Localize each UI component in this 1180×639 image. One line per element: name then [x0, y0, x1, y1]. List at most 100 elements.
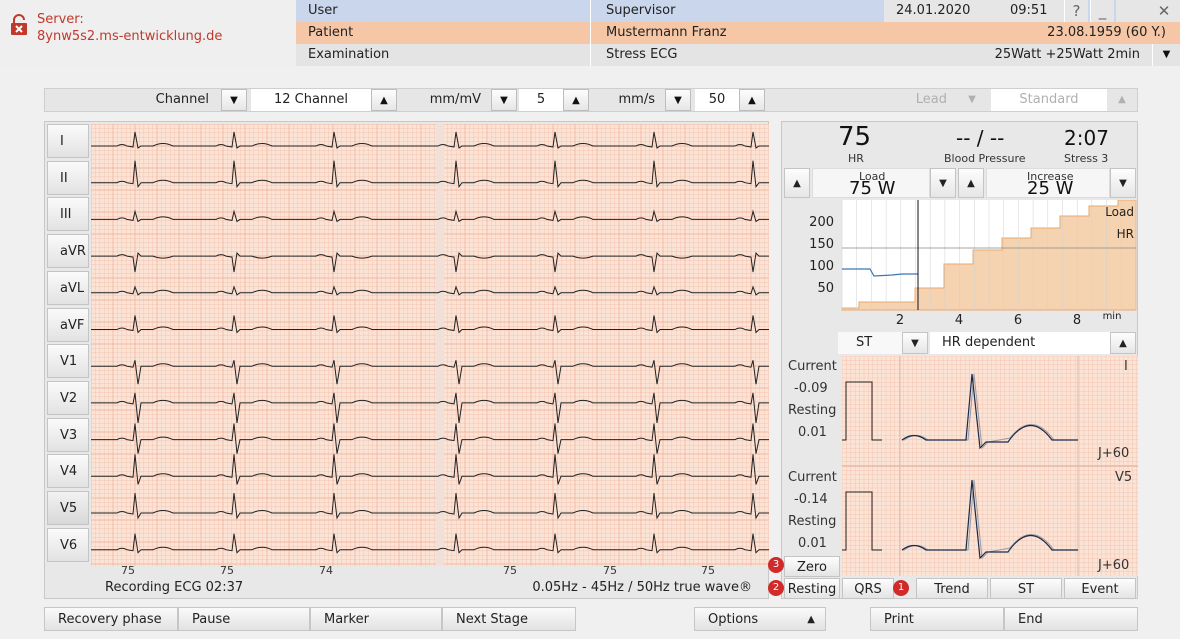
- st1-resting-value: 0.01: [798, 425, 827, 440]
- user-value[interactable]: Supervisor: [594, 0, 884, 22]
- close-button[interactable]: ✕: [1148, 0, 1180, 22]
- exam-row: Examination Stress ECG 25Watt +25Watt 2m…: [296, 44, 1180, 66]
- beat-hr-label: 75: [701, 564, 715, 577]
- minimize-button[interactable]: _: [1090, 0, 1114, 22]
- server-host: 8ynw5s2.ms-entwicklung.de: [37, 29, 223, 44]
- next-stage-button[interactable]: Next Stage: [442, 607, 576, 631]
- legend-hr: HR: [1117, 227, 1134, 241]
- trend-ytick: 150: [809, 237, 834, 252]
- filter-info: 0.05Hz - 45Hz / 50Hz true wave®: [532, 580, 752, 595]
- beat-hr-label: 75: [603, 564, 617, 577]
- channel-up-icon[interactable]: ▲: [371, 89, 397, 111]
- speed-up-icon[interactable]: ▲: [739, 89, 765, 111]
- patient-label: Patient: [308, 25, 354, 40]
- tab-st[interactable]: ST: [990, 578, 1062, 599]
- hr-value: 75: [838, 122, 872, 152]
- channel-label: Channel: [155, 92, 209, 107]
- st1-resting-label: Resting: [788, 403, 837, 418]
- unlocked-icon: [11, 14, 27, 35]
- trend-xtick: 6: [1014, 313, 1022, 328]
- st2-current-label: Current: [788, 470, 837, 485]
- time-display: 09:51: [1004, 0, 1064, 22]
- recovery-phase-button[interactable]: Recovery phase: [44, 607, 178, 631]
- increase-up-icon[interactable]: ▲: [958, 168, 984, 198]
- st2-resting-value: 0.01: [798, 536, 827, 551]
- lead-button-avf[interactable]: aVF: [47, 307, 89, 342]
- tab-event[interactable]: Event: [1064, 578, 1136, 599]
- st2-lead-name: V5: [1115, 470, 1133, 485]
- channel-value[interactable]: 12 Channel: [251, 89, 371, 111]
- lead-button-v6[interactable]: V6: [47, 527, 89, 562]
- ecg-traces: [91, 124, 769, 566]
- speed-down-icon[interactable]: ▼: [665, 89, 691, 111]
- zero-button[interactable]: Zero: [784, 556, 840, 577]
- server-info: Server: 8ynw5s2.ms-entwicklung.de: [0, 0, 296, 66]
- standard-up-icon: ▲: [1118, 94, 1126, 105]
- tab-trend[interactable]: Trend: [916, 578, 988, 599]
- gain-value[interactable]: 5: [519, 89, 563, 111]
- increase-value: 25 W: [1027, 178, 1074, 199]
- lead-button-avr[interactable]: aVR: [47, 234, 89, 269]
- bp-value: -- / --: [956, 126, 1005, 150]
- lead-button-avl[interactable]: aVL: [47, 270, 89, 305]
- st-complexes: [842, 356, 1138, 576]
- gain-up-icon[interactable]: ▲: [563, 89, 589, 111]
- beat-hr-label: 75: [503, 564, 517, 577]
- load-value: 75 W: [849, 178, 896, 199]
- stage-time: 2:07: [1064, 126, 1109, 150]
- hr-label: HR: [848, 152, 864, 165]
- marker-button[interactable]: Marker: [310, 607, 442, 631]
- gain-label: mm/mV: [429, 92, 481, 107]
- options-label: Options: [708, 612, 759, 627]
- channel-down-icon[interactable]: ▼: [221, 89, 247, 111]
- st-mode-down-icon[interactable]: ▼: [902, 332, 928, 354]
- pause-button[interactable]: Pause: [178, 607, 310, 631]
- trend-xtick: 8: [1073, 313, 1081, 328]
- st-mode-value[interactable]: HR dependent: [930, 332, 1110, 354]
- options-button[interactable]: Options ▲: [694, 607, 826, 631]
- patient-dob: 23.08.1959 (60 Y.): [1047, 25, 1166, 40]
- load-field[interactable]: Load 75 W: [812, 168, 930, 199]
- lead-button-v2[interactable]: V2: [47, 380, 89, 415]
- load-down-icon[interactable]: ▼: [930, 168, 956, 198]
- lead-button-iii[interactable]: III: [47, 197, 89, 232]
- lead-down-icon: ▼: [968, 94, 976, 105]
- tab-qrs[interactable]: QRS: [842, 578, 894, 599]
- speed-value[interactable]: 50: [695, 89, 739, 111]
- lead-button-v4[interactable]: V4: [47, 454, 89, 489]
- st-mode-up-icon[interactable]: ▲: [1110, 332, 1136, 354]
- resting-button[interactable]: Resting: [784, 578, 840, 599]
- badge-zero: 3: [768, 557, 784, 573]
- st1-current-value: -0.09: [794, 381, 828, 396]
- beat-hr-label: 75: [220, 564, 234, 577]
- print-button[interactable]: Print: [870, 607, 1004, 631]
- monitor-panel: 75 HR -- / -- Blood Pressure 2:07 Stress…: [781, 121, 1138, 599]
- standard-value: Standard: [991, 89, 1107, 111]
- gain-down-icon[interactable]: ▼: [491, 89, 517, 111]
- load-up-icon[interactable]: ▲: [784, 168, 810, 198]
- exam-value[interactable]: Stress ECG: [594, 44, 884, 66]
- lead-button-v1[interactable]: V1: [47, 344, 89, 379]
- legend-load: Load: [1105, 205, 1134, 219]
- increase-field[interactable]: Increase 25 W: [986, 168, 1110, 199]
- trend-chart: 200 150 100 50 2 4 6 8 min Load HR: [809, 200, 1137, 328]
- beat-hr-label: 75: [121, 564, 135, 577]
- trend-ytick: 100: [809, 259, 834, 274]
- badge-resting: 2: [768, 580, 784, 596]
- user-label: User: [308, 3, 338, 18]
- end-button[interactable]: End: [1004, 607, 1138, 631]
- st1-lead-name: I: [1124, 359, 1128, 374]
- lead-button-ii[interactable]: II: [47, 160, 89, 195]
- exam-dropdown-icon[interactable]: ▼: [1152, 44, 1180, 66]
- increase-down-icon[interactable]: ▼: [1110, 168, 1136, 198]
- trend-xtick: 4: [955, 313, 963, 328]
- server-label: Server:: [37, 12, 84, 27]
- lead-button-v3[interactable]: V3: [47, 417, 89, 452]
- stage-label: Stress 3: [1064, 152, 1109, 165]
- patient-row: Patient Mustermann Franz 23.08.1959 (60 …: [296, 22, 1180, 44]
- help-button[interactable]: ?: [1064, 0, 1088, 22]
- speed-label: mm/s: [618, 92, 655, 107]
- patient-name[interactable]: Mustermann Franz: [594, 22, 884, 44]
- lead-button-i[interactable]: I: [47, 124, 89, 158]
- lead-button-v5[interactable]: V5: [47, 491, 89, 525]
